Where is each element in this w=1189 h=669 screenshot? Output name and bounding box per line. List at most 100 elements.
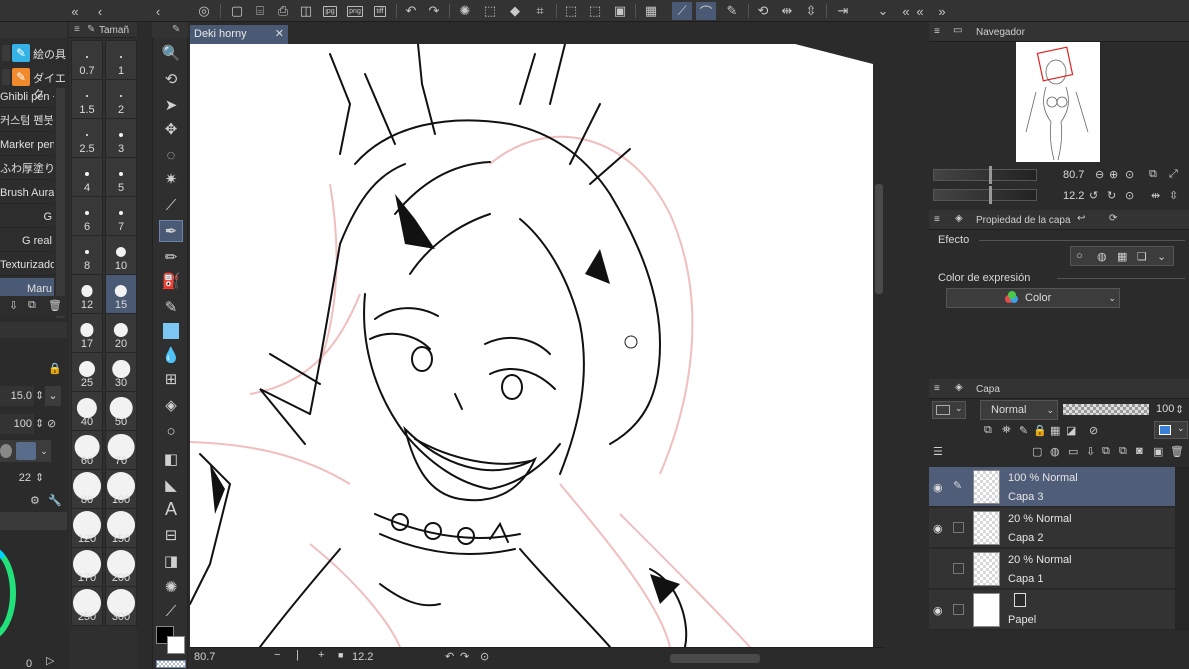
brush-size-option[interactable]: 12	[71, 274, 103, 314]
eraser-icon[interactable]: ◧	[159, 448, 183, 470]
fit-icon[interactable]: ⊙	[1125, 168, 1134, 181]
size-tab-label[interactable]: Tamañ	[99, 25, 129, 36]
hardness-value[interactable]: 22	[0, 468, 34, 488]
halftone-effect-icon[interactable]: ▦	[1117, 250, 1127, 263]
zoom-in-icon[interactable]: ⊕	[1109, 168, 1118, 181]
figure-icon[interactable]: ◣	[159, 474, 183, 496]
flip-horizontal-icon[interactable]: ⇹	[1151, 189, 1160, 202]
visibility-eye-icon[interactable]: ◉	[933, 604, 947, 617]
stepper-icon[interactable]: ⇕	[1175, 403, 1184, 416]
stop-icon[interactable]: ■	[338, 650, 343, 660]
flip-vertical-icon[interactable]: ⇳	[801, 2, 821, 20]
layer-lock-checkbox[interactable]	[953, 604, 964, 615]
app-logo-icon[interactable]: ◎	[193, 2, 215, 20]
deselect-icon[interactable]: ⬚	[561, 2, 581, 20]
brush-size-option[interactable]: 2.5	[71, 118, 103, 158]
play-icon[interactable]: ▷	[46, 654, 54, 667]
document-tab[interactable]: Deki horny ✕	[190, 25, 288, 44]
reset-rotation-icon[interactable]: ⊙	[1125, 189, 1134, 202]
brush-item[interactable]: Ghibli pen +	[0, 86, 54, 108]
brush-size-option[interactable]: 3	[105, 118, 137, 158]
visibility-eye-icon[interactable]: ◉	[933, 522, 947, 535]
new-raster-layer-icon[interactable]: ▢	[1032, 445, 1042, 458]
menu-icon[interactable]: ≡	[74, 24, 80, 35]
brush-size-option[interactable]: 20	[105, 313, 137, 353]
new-file-icon[interactable]: ▢	[227, 2, 247, 20]
fit-window-icon[interactable]: ⧉	[1149, 168, 1157, 181]
brush-item[interactable]: 커스텀 펜붓	[0, 110, 54, 132]
brush-item[interactable]: G real	[0, 230, 54, 252]
clear-icon[interactable]: ⬚	[480, 2, 500, 20]
book-icon[interactable]: ◫	[296, 2, 316, 20]
selection-border-icon[interactable]: ▣	[610, 2, 630, 20]
brush-item[interactable]: Brush Aura	[0, 182, 54, 204]
decoration-icon[interactable]	[159, 320, 183, 342]
layer-opacity-value[interactable]: 100	[1156, 403, 1174, 415]
color-wheel[interactable]	[0, 545, 16, 641]
brush-size-option[interactable]: 170	[71, 547, 103, 587]
object-select-icon[interactable]: ➤	[159, 94, 183, 116]
exit-icon[interactable]: ⇥	[833, 2, 853, 20]
nav-rotation-value[interactable]: 12.2	[1063, 190, 1084, 202]
pen-tool-icon[interactable]: ✒	[159, 220, 183, 242]
stepper-icon-3[interactable]: ⇕	[35, 471, 44, 484]
expression-color-dropdown[interactable]: Color ⌄	[946, 288, 1120, 308]
chevron-down-icon[interactable]: ⌄	[873, 2, 893, 20]
layers-title[interactable]: Capa	[976, 384, 1000, 395]
brush-size-option[interactable]: 30	[105, 352, 137, 392]
magic-wand-icon[interactable]: ✷	[159, 168, 183, 190]
brush-item[interactable]: G	[0, 206, 54, 228]
trash-icon[interactable]: 🗑	[1170, 445, 1184, 458]
panel-layout-icon[interactable]: ⊟	[159, 524, 183, 546]
brush-icon[interactable]: ✎	[159, 296, 183, 318]
navigator-thumbnail[interactable]	[1016, 42, 1100, 162]
lock-transparency-icon[interactable]: ▦	[1050, 424, 1060, 437]
brush-size-option[interactable]: 5	[105, 157, 137, 197]
brush-size-option[interactable]: 300	[105, 586, 137, 626]
lock-icon[interactable]: 🔒	[48, 362, 62, 375]
transparent-color-swatch[interactable]	[156, 660, 186, 668]
rotation-slider-thumb[interactable]	[989, 186, 992, 204]
brush-size-option[interactable]: 250	[71, 586, 103, 626]
settings-icon[interactable]: ⚙	[30, 494, 40, 507]
loading-icon[interactable]: ✺	[455, 2, 475, 20]
fill-bucket-icon[interactable]: ◈	[159, 394, 183, 416]
brush-size-option[interactable]: 50	[105, 391, 137, 431]
zoom-slider[interactable]	[933, 169, 1037, 181]
brush-size-option[interactable]: 15	[105, 274, 137, 314]
brush-size-option[interactable]: 100	[105, 469, 137, 509]
pressure-toggle-icon[interactable]: ⌄	[45, 386, 61, 406]
rotation-readout[interactable]: 12.2	[352, 651, 373, 663]
merge-visible-icon[interactable]: ⧉	[1119, 445, 1127, 458]
brush-size-option[interactable]: 0.7	[71, 40, 103, 80]
chevron-down-icon[interactable]: ⌄	[1157, 250, 1166, 263]
brush-size-option[interactable]: 8	[71, 235, 103, 275]
menu-icon[interactable]: ≡	[934, 214, 940, 225]
pencil-icon[interactable]: ✏	[159, 246, 183, 268]
flip-horizontal-icon[interactable]: ⇹	[777, 2, 797, 20]
editing-pencil-icon[interactable]: ✎	[953, 479, 964, 492]
reset-rotation-icon[interactable]: ⊙	[480, 650, 489, 663]
brush-size-option[interactable]: 7	[105, 196, 137, 236]
zoom-icon[interactable]: 🔍	[159, 42, 183, 64]
apply-mask-icon[interactable]: ▣	[1153, 445, 1163, 458]
export-tiff-icon[interactable]: tiff	[370, 2, 390, 20]
zoom-slider-thumb[interactable]	[989, 166, 992, 184]
brush-size-option[interactable]: 25	[71, 352, 103, 392]
brush-size-option[interactable]: 1	[105, 40, 137, 80]
lock-layer-icon[interactable]: 🔒	[1033, 424, 1047, 437]
merge-down-icon[interactable]: ⧉	[1102, 445, 1110, 458]
layer-row[interactable]: 20 % Normal Capa 1	[929, 549, 1175, 589]
layer-row[interactable]: ◉ ✎ 100 % Normal Capa 3	[929, 467, 1175, 507]
pen-settings-icon[interactable]: ✎	[722, 2, 742, 20]
reference-layer-icon[interactable]: ⛯	[1002, 424, 1011, 437]
ruler-snap-icon[interactable]: ⟋	[672, 2, 692, 20]
rotate-view-icon[interactable]: ⟲	[753, 2, 773, 20]
layer-lock-checkbox[interactable]	[953, 563, 964, 574]
flip-vertical-icon[interactable]: ⇳	[1169, 189, 1178, 202]
opacity-value[interactable]: 100	[0, 414, 34, 434]
new-folder-icon[interactable]: ▭	[1068, 445, 1078, 458]
layer-display-selector[interactable]: ⌄	[932, 401, 966, 419]
trash-icon[interactable]: 🗑	[48, 299, 62, 312]
ellipse-icon[interactable]: ○	[159, 420, 183, 442]
